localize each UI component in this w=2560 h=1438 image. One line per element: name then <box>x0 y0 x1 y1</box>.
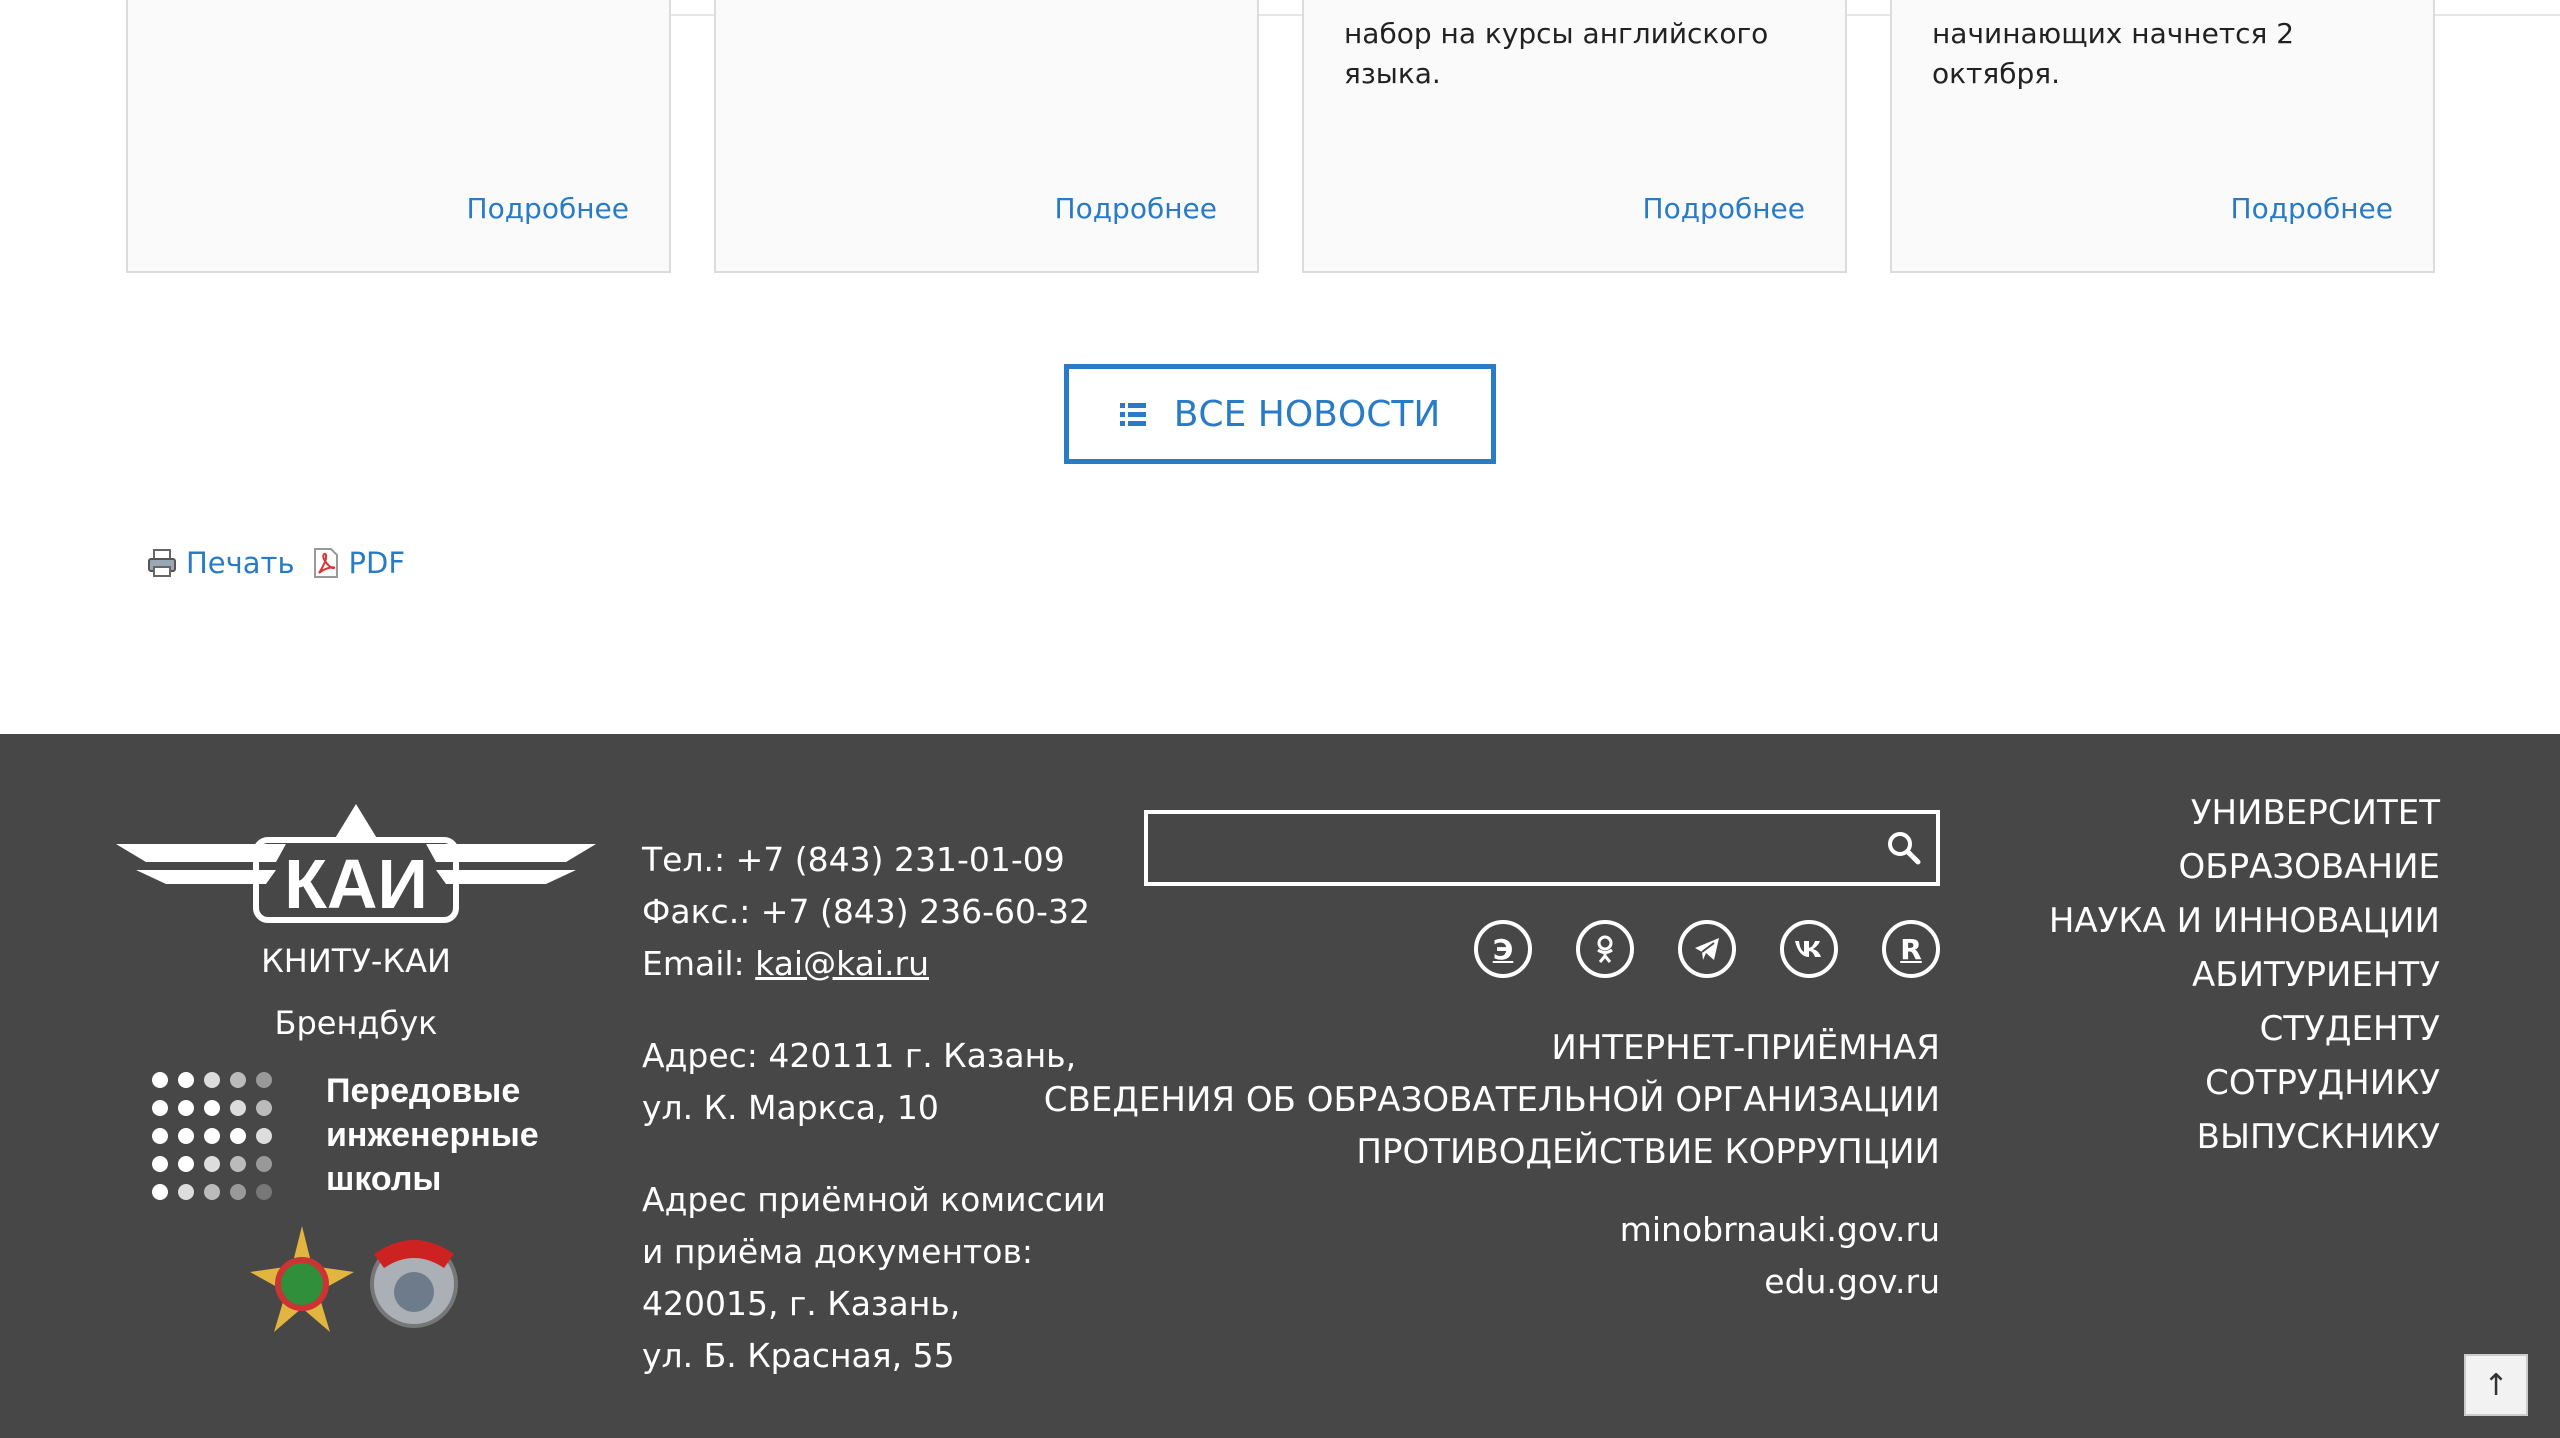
vk-icon[interactable] <box>1780 920 1838 978</box>
print-label: Печать <box>186 546 295 580</box>
search-box <box>1144 810 1940 886</box>
footer: КАИ КНИТУ-КАИ Брендбук Передовые инженер… <box>0 734 2560 1438</box>
news-card: Подробнее <box>126 0 671 273</box>
gov-sites: minobrnauki.gov.ru edu.gov.ru <box>1620 1204 1940 1308</box>
menu-science[interactable]: НАУКА И ИННОВАЦИИ <box>2049 894 2440 948</box>
news-excerpt: набор на курсы английского языка. <box>1344 17 1769 90</box>
link-org-info[interactable]: СВЕДЕНИЯ ОБ ОБРАЗОВАТЕЛЬНОЙ ОРГАНИЗАЦИИ <box>1044 1074 1940 1126</box>
news-card: Подробнее <box>714 0 1259 273</box>
admission-line: ул. Б. Красная, 55 <box>642 1336 955 1375</box>
pdf-link[interactable]: PDF <box>311 546 406 580</box>
news-more-link[interactable]: Подробнее <box>467 192 629 225</box>
pis-line: инженерные <box>326 1116 539 1154</box>
ok-icon[interactable] <box>1576 920 1634 978</box>
contacts: Тел.: +7 (843) 231-01-09 Факс.: +7 (843)… <box>642 834 1106 1382</box>
news-more-link[interactable]: Подробнее <box>1643 192 1805 225</box>
phone: Тел.: +7 (843) 231-01-09 <box>642 840 1065 879</box>
all-news-button[interactable]: ВСЕ НОВОСТИ <box>1064 364 1496 464</box>
link-minobrnauki[interactable]: minobrnauki.gov.ru <box>1620 1204 1940 1256</box>
pdf-label: PDF <box>348 546 406 580</box>
arrow-up-icon: ↑ <box>2483 1367 2509 1403</box>
search-icon[interactable] <box>1886 830 1922 866</box>
menu-graduate[interactable]: ВЫПУСКНИКУ <box>2049 1110 2440 1164</box>
menu-student[interactable]: СТУДЕНТУ <box>2049 1002 2440 1056</box>
kai-logo[interactable]: КАИ <box>116 804 596 934</box>
email-link[interactable]: kai@kai.ru <box>755 944 929 983</box>
menu-university[interactable]: УНИВЕРСИТЕТ <box>2049 786 2440 840</box>
email-line: Email: kai@kai.ru <box>642 944 929 983</box>
logo-text: КАИ <box>284 845 428 923</box>
news-excerpt: начинающих начнется 2 октября. <box>1932 17 2295 90</box>
footer-menu: УНИВЕРСИТЕТ ОБРАЗОВАНИЕ НАУКА И ИННОВАЦИ… <box>2049 786 2440 1164</box>
news-more-link[interactable]: Подробнее <box>2231 192 2393 225</box>
org-name: КНИТУ-КАИ <box>261 942 451 980</box>
telegram-icon[interactable] <box>1678 920 1736 978</box>
search-input[interactable] <box>1148 814 1848 882</box>
menu-staff[interactable]: СОТРУДНИКУ <box>2049 1056 2440 1110</box>
dots-grid <box>152 1072 272 1200</box>
scroll-to-top-button[interactable]: ↑ <box>2464 1354 2528 1416</box>
print-link[interactable]: Печать <box>146 546 295 580</box>
order-star-icon <box>250 1226 354 1332</box>
print-tools: Печать PDF <box>146 546 413 580</box>
address-line: ул. К. Маркса, 10 <box>642 1088 939 1127</box>
info-links: ИНТЕРНЕТ-ПРИЁМНАЯ СВЕДЕНИЯ ОБ ОБРАЗОВАТЕ… <box>1044 1022 1940 1178</box>
link-anticorruption[interactable]: ПРОТИВОДЕЙСТВИЕ КОРРУПЦИИ <box>1044 1126 1940 1178</box>
list-icon <box>1119 402 1146 426</box>
pis-logo[interactable]: Передовые инженерные школы <box>150 1070 570 1200</box>
pis-line: школы <box>326 1160 441 1198</box>
orders-emblem <box>250 1226 458 1332</box>
admission-line: и приёма документов: <box>642 1232 1034 1271</box>
brandbook-link[interactable]: Брендбук <box>116 1004 596 1042</box>
link-internet-reception[interactable]: ИНТЕРНЕТ-ПРИЁМНАЯ <box>1044 1022 1940 1074</box>
pis-line: Передовые <box>326 1072 520 1110</box>
rutube-icon[interactable]: R <box>1882 920 1940 978</box>
order-banner-icon <box>370 1240 458 1328</box>
elibrary-icon[interactable]: Э <box>1474 920 1532 978</box>
admission-line: Адрес приёмной комиссии <box>642 1180 1106 1219</box>
admission-line: 420015, г. Казань, <box>642 1284 961 1323</box>
social-links: Э R <box>1474 920 1940 978</box>
menu-education[interactable]: ОБРАЗОВАНИЕ <box>2049 840 2440 894</box>
news-card: начинающих начнется 2 октября. Подробнее <box>1890 0 2435 273</box>
pdf-icon <box>313 548 338 578</box>
address-line: Адрес: 420111 г. Казань, <box>642 1036 1077 1075</box>
news-more-link[interactable]: Подробнее <box>1055 192 1217 225</box>
news-card: набор на курсы английского языка. Подроб… <box>1302 0 1847 273</box>
menu-applicant[interactable]: АБИТУРИЕНТУ <box>2049 948 2440 1002</box>
all-news-label: ВСЕ НОВОСТИ <box>1173 393 1441 435</box>
link-edu[interactable]: edu.gov.ru <box>1620 1256 1940 1308</box>
printer-icon <box>148 549 176 577</box>
fax: Факс.: +7 (843) 236-60-32 <box>642 892 1090 931</box>
